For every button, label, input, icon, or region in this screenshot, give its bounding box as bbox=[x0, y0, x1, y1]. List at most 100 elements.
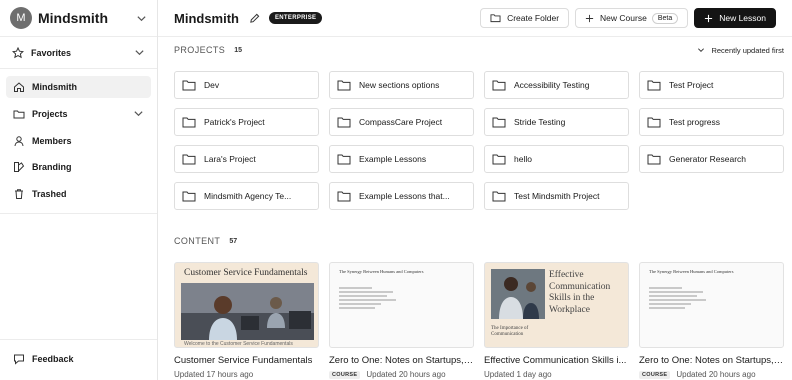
card-meta: COURSE Updated 20 hours ago bbox=[329, 370, 474, 379]
folder-name: Test progress bbox=[669, 117, 721, 127]
chevron-down-icon bbox=[697, 46, 705, 54]
folder-item[interactable]: Dev bbox=[174, 71, 319, 99]
folder-icon bbox=[337, 116, 351, 128]
card-thumbnail: Effective Communication Skills in the Wo… bbox=[484, 262, 629, 348]
content-section-header: CONTENT 57 bbox=[174, 228, 784, 254]
folder-name: Accessibility Testing bbox=[514, 80, 590, 90]
folder-name: Mindsmith Agency Te... bbox=[204, 191, 292, 201]
favorites-toggle[interactable]: Favorites bbox=[0, 37, 157, 69]
folder-item[interactable]: Example Lessons bbox=[329, 145, 474, 173]
folder-name: Example Lessons that... bbox=[359, 191, 450, 201]
sidebar-item-members[interactable]: Members bbox=[6, 130, 151, 152]
folder-name: Test Project bbox=[669, 80, 714, 90]
course-tag: COURSE bbox=[329, 370, 361, 379]
main-content: PROJECTS 15 Recently updated first Dev Ne… bbox=[174, 37, 784, 379]
folder-item[interactable]: Mindsmith Agency Te... bbox=[174, 182, 319, 210]
thumbnail-title: The Synergy Between Humans and Computers bbox=[649, 269, 734, 274]
folder-icon bbox=[492, 116, 506, 128]
folder-name: Dev bbox=[204, 80, 220, 90]
content-card[interactable]: The Synergy Between Humans and Computers… bbox=[639, 262, 784, 379]
folder-item[interactable]: Test progress bbox=[639, 108, 784, 136]
folder-icon bbox=[182, 79, 196, 91]
person-icon bbox=[13, 135, 25, 147]
sidebar-item-branding[interactable]: Branding bbox=[6, 156, 151, 178]
card-title: Customer Service Fundamentals bbox=[174, 355, 313, 366]
card-updated: Updated 20 hours ago bbox=[676, 370, 756, 379]
sidebar-item-projects[interactable]: Projects bbox=[6, 103, 151, 125]
sidebar-divider bbox=[0, 213, 157, 214]
folder-icon bbox=[647, 79, 661, 91]
new-lesson-label: New Lesson bbox=[719, 13, 766, 23]
folder-icon bbox=[182, 190, 196, 202]
sidebar-item-label: Branding bbox=[32, 162, 72, 173]
folder-item[interactable]: New sections options bbox=[329, 71, 474, 99]
pencil-icon[interactable] bbox=[249, 13, 260, 24]
folder-name: CompassCare Project bbox=[359, 117, 443, 127]
folder-icon bbox=[492, 79, 506, 91]
card-meta: Updated 17 hours ago bbox=[174, 370, 319, 379]
content-card[interactable]: Effective Communication Skills in the Wo… bbox=[484, 262, 629, 379]
card-meta: Updated 1 day ago bbox=[484, 370, 629, 379]
trash-icon bbox=[13, 188, 25, 200]
folder-icon bbox=[337, 190, 351, 202]
folder-item[interactable]: Generator Research bbox=[639, 145, 784, 173]
thumbnail-photo bbox=[491, 269, 545, 319]
beta-badge: Beta bbox=[651, 12, 679, 24]
new-course-label: New Course bbox=[600, 13, 647, 23]
plus-icon bbox=[704, 14, 713, 23]
folder-name: Stride Testing bbox=[514, 117, 566, 127]
sidebar-item-label: Trashed bbox=[32, 189, 67, 200]
paint-icon bbox=[13, 161, 25, 173]
create-folder-label: Create Folder bbox=[507, 13, 560, 23]
content-grid: Customer Service Fundamentals Welcome to… bbox=[174, 262, 784, 379]
thumbnail-text-lines bbox=[339, 287, 399, 311]
projects-count: 15 bbox=[234, 46, 243, 54]
folder-item[interactable]: Patrick's Project bbox=[174, 108, 319, 136]
workspace-switcher[interactable]: M Mindsmith bbox=[0, 0, 157, 37]
card-thumbnail: The Synergy Between Humans and Computers bbox=[329, 262, 474, 348]
card-title: Zero to One: Notes on Startups, ... bbox=[329, 355, 474, 366]
folder-item[interactable]: Test Mindsmith Project bbox=[484, 182, 629, 210]
card-title: Effective Communication Skills i... bbox=[484, 355, 627, 366]
sidebar-item-trashed[interactable]: Trashed bbox=[6, 183, 151, 205]
folder-item[interactable]: Test Project bbox=[639, 71, 784, 99]
sort-dropdown[interactable]: Recently updated first bbox=[697, 46, 784, 55]
thumbnail-title: Effective Communication Skills in the Wo… bbox=[549, 270, 611, 315]
home-icon bbox=[13, 81, 25, 93]
folder-name: Patrick's Project bbox=[204, 117, 265, 127]
folder-icon bbox=[182, 153, 196, 165]
new-course-button[interactable]: New Course Beta bbox=[575, 8, 689, 28]
folder-item[interactable]: Stride Testing bbox=[484, 108, 629, 136]
chevron-down-icon[interactable] bbox=[135, 12, 147, 24]
card-updated: Updated 17 hours ago bbox=[174, 370, 254, 379]
card-thumbnail: Customer Service Fundamentals Welcome to… bbox=[174, 262, 319, 348]
chevron-down-icon[interactable] bbox=[133, 47, 145, 59]
folder-name: New sections options bbox=[359, 80, 440, 90]
chevron-down-icon[interactable] bbox=[132, 108, 144, 120]
folder-item[interactable]: Example Lessons that... bbox=[329, 182, 474, 210]
projects-title: PROJECTS bbox=[174, 45, 226, 55]
folder-item[interactable]: hello bbox=[484, 145, 629, 173]
card-title: Zero to One: Notes on Startups, ... bbox=[639, 355, 784, 366]
new-lesson-button[interactable]: New Lesson bbox=[694, 8, 776, 28]
chat-icon bbox=[13, 353, 25, 365]
folder-icon bbox=[492, 153, 506, 165]
folder-item[interactable]: CompassCare Project bbox=[329, 108, 474, 136]
thumbnail-title: The Synergy Between Humans and Computers bbox=[339, 269, 424, 274]
folder-grid: Dev New sections options Accessibility Tes… bbox=[174, 71, 784, 210]
folder-icon bbox=[492, 190, 506, 202]
content-card[interactable]: The Synergy Between Humans and Computers… bbox=[329, 262, 474, 379]
card-meta: COURSE Updated 20 hours ago bbox=[639, 370, 784, 379]
content-card[interactable]: Customer Service Fundamentals Welcome to… bbox=[174, 262, 319, 379]
sidebar-item-mindsmith[interactable]: Mindsmith bbox=[6, 76, 151, 98]
folder-icon bbox=[182, 116, 196, 128]
folder-name: Test Mindsmith Project bbox=[514, 191, 600, 201]
folder-item[interactable]: Lara's Project bbox=[174, 145, 319, 173]
avatar: M bbox=[10, 7, 32, 29]
plus-icon bbox=[585, 14, 594, 23]
feedback-button[interactable]: Feedback bbox=[6, 348, 81, 370]
sidebar-divider bbox=[0, 339, 157, 340]
create-folder-button[interactable]: Create Folder bbox=[480, 8, 570, 28]
folder-icon bbox=[337, 153, 351, 165]
folder-item[interactable]: Accessibility Testing bbox=[484, 71, 629, 99]
